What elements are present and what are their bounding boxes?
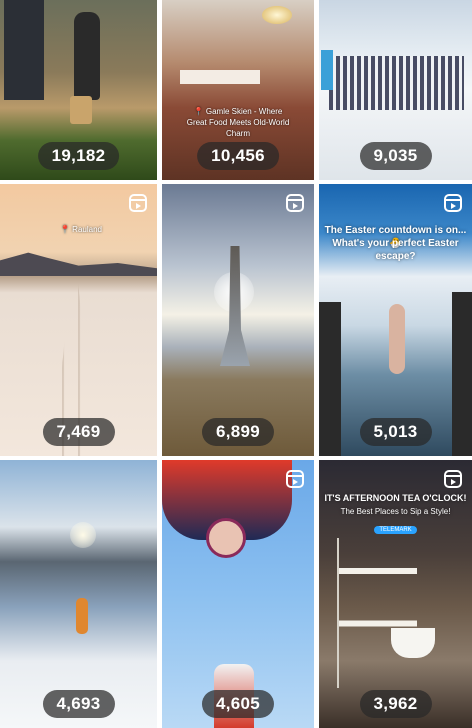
reel-caption: 📍 Gamle Skien - Where Great Food Meets O… <box>186 107 290 138</box>
view-count-badge: 3,962 <box>359 690 432 718</box>
reel-tile-5[interactable]: 6,899 <box>162 184 314 456</box>
reels-icon <box>444 470 462 488</box>
view-count-badge: 5,013 <box>359 418 432 446</box>
teacup <box>391 628 435 658</box>
reel-tile-9[interactable]: IT'S AFTERNOON TEA O'CLOCK! The Best Pla… <box>319 460 472 728</box>
hiker <box>76 598 88 634</box>
view-count-badge: 9,035 <box>359 142 432 170</box>
reel-title-line2: The Best Places to Sip a Style! <box>340 507 451 516</box>
table <box>180 70 260 84</box>
reel-tile-7[interactable]: 4,693 <box>0 460 157 728</box>
chandelier <box>262 6 292 24</box>
view-count-badge: 4,605 <box>201 690 275 718</box>
reels-icon <box>129 194 147 212</box>
dock-post-right <box>452 292 472 456</box>
view-count-badge: 4,693 <box>42 690 115 718</box>
crowd <box>329 56 464 110</box>
tag-wrap: TELEMARK <box>319 518 472 536</box>
reel-tile-2[interactable]: 📍 Gamle Skien - Where Great Food Meets O… <box>162 0 314 180</box>
view-count-badge: 19,182 <box>37 142 120 170</box>
view-count-badge: 7,469 <box>42 418 115 446</box>
reel-tile-8[interactable]: 4,605 <box>162 460 314 728</box>
sun <box>70 522 96 548</box>
reel-tile-3[interactable]: 9,035 <box>319 0 472 180</box>
person-figure <box>74 12 100 100</box>
stump <box>70 96 92 124</box>
reel-thumbnail <box>0 460 157 728</box>
swimmer <box>389 304 405 374</box>
location-tag: 📍 Rauland <box>60 225 102 234</box>
reels-icon <box>444 194 462 212</box>
reel-tile-1[interactable]: 19,182 <box>0 0 157 180</box>
reel-title-line2: What's your perfect Easter escape? <box>332 238 459 262</box>
reels-icon <box>286 194 304 212</box>
view-count-badge: 6,899 <box>201 418 275 446</box>
dock-post-left <box>319 302 341 456</box>
reel-title-line1: IT'S AFTERNOON TEA O'CLOCK! <box>324 493 467 503</box>
reels-icon <box>286 470 304 488</box>
reel-tile-4[interactable]: 📍 Rauland 7,469 <box>0 184 157 456</box>
view-count-badge: 10,456 <box>197 142 279 170</box>
tea-stand <box>337 538 417 688</box>
flag <box>321 50 333 90</box>
location-pill: TELEMARK <box>374 526 417 534</box>
cabin-wall <box>4 0 44 100</box>
reel-tile-6[interactable]: The Easter countdown is on...🐣 What's yo… <box>319 184 472 456</box>
reels-grid: 19,182 📍 Gamle Skien - Where Great Food … <box>0 0 472 728</box>
skier-face <box>206 518 246 558</box>
